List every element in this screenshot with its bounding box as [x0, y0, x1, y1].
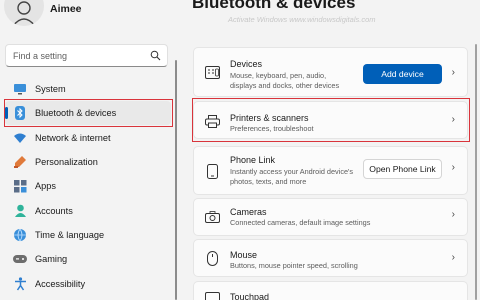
chevron-right-icon: › [451, 252, 455, 263]
open-phone-link-button[interactable]: Open Phone Link [363, 159, 442, 179]
user-avatar-icon [12, 1, 36, 26]
chevron-right-icon: › [451, 67, 455, 78]
page-title: Bluetooth & devices [192, 0, 356, 12]
search-icon [150, 50, 161, 61]
sidebar-item-label: Personalization [35, 157, 98, 167]
touchpad-icon [204, 290, 220, 300]
cameras-title: Cameras [230, 207, 267, 217]
watermark-text: Activate Windows www.windowsdigitals.com [228, 15, 376, 24]
gamepad-icon [13, 252, 27, 266]
user-name: Aimee [50, 3, 82, 15]
sidebar-item-time-language[interactable]: Time & language [5, 223, 171, 247]
phone-link-title: Phone Link [230, 155, 276, 165]
main-scrollbar[interactable] [475, 44, 477, 300]
sidebar-item-label: Accessibility [35, 279, 86, 289]
chevron-right-icon: › [451, 162, 455, 173]
sidebar-item-system[interactable]: System [5, 77, 171, 101]
accessibility-icon [13, 277, 27, 291]
sidebar-item-label: Accounts [35, 206, 73, 216]
phone-link-card[interactable]: Phone Link Instantly access your Android… [193, 146, 468, 195]
sidebar-item-network[interactable]: Network & internet [5, 126, 171, 150]
sidebar-item-label: System [35, 84, 66, 94]
mouse-subtitle: Buttons, mouse pointer speed, scrolling [230, 261, 358, 270]
mouse-icon [204, 250, 220, 266]
touchpad-card[interactable]: Touchpad [193, 281, 468, 300]
sidebar-item-accounts[interactable]: Accounts [5, 199, 171, 223]
sidebar-scrollbar[interactable] [175, 60, 177, 300]
add-device-button[interactable]: Add device [363, 64, 442, 84]
chevron-right-icon: › [451, 209, 455, 220]
apps-icon [13, 179, 27, 193]
avatar[interactable] [4, 0, 44, 26]
sidebar: Aimee Find a setting System Bluetooth & … [0, 0, 180, 300]
globe-icon [13, 228, 27, 242]
sidebar-item-personalization[interactable]: Personalization [5, 150, 171, 174]
sidebar-item-apps[interactable]: Apps [5, 174, 171, 198]
phone-link-subtitle: Instantly access your Android device's p… [230, 167, 354, 186]
mouse-card[interactable]: Mouse Buttons, mouse pointer speed, scro… [193, 239, 468, 277]
keyboard-devices-icon [204, 64, 220, 80]
system-icon [13, 82, 27, 96]
cameras-card[interactable]: Cameras Connected cameras, default image… [193, 198, 468, 236]
sidebar-item-label: Network & internet [35, 133, 111, 143]
camera-icon [204, 209, 220, 225]
brush-icon [13, 155, 27, 169]
sidebar-item-label: Gaming [35, 254, 68, 264]
printers-highlight-frame [192, 98, 470, 142]
phone-icon [204, 163, 220, 179]
search-input[interactable]: Find a setting [5, 44, 168, 67]
cameras-subtitle: Connected cameras, default image setting… [230, 218, 371, 227]
sidebar-item-accessibility[interactable]: Accessibility [5, 272, 171, 296]
sidebar-highlight-frame [4, 99, 173, 127]
devices-card[interactable]: Devices Mouse, keyboard, pen, audio, dis… [193, 47, 468, 97]
mouse-title: Mouse [230, 250, 258, 260]
wifi-icon [13, 131, 27, 145]
sidebar-item-gaming[interactable]: Gaming [5, 247, 171, 271]
devices-subtitle: Mouse, keyboard, pen, audio, displays an… [230, 71, 340, 90]
search-placeholder: Find a setting [13, 51, 68, 61]
touchpad-title: Touchpad [230, 292, 270, 300]
person-icon [13, 204, 27, 218]
devices-title: Devices [230, 59, 263, 69]
sidebar-item-label: Apps [35, 181, 56, 191]
sidebar-item-label: Time & language [35, 230, 105, 240]
